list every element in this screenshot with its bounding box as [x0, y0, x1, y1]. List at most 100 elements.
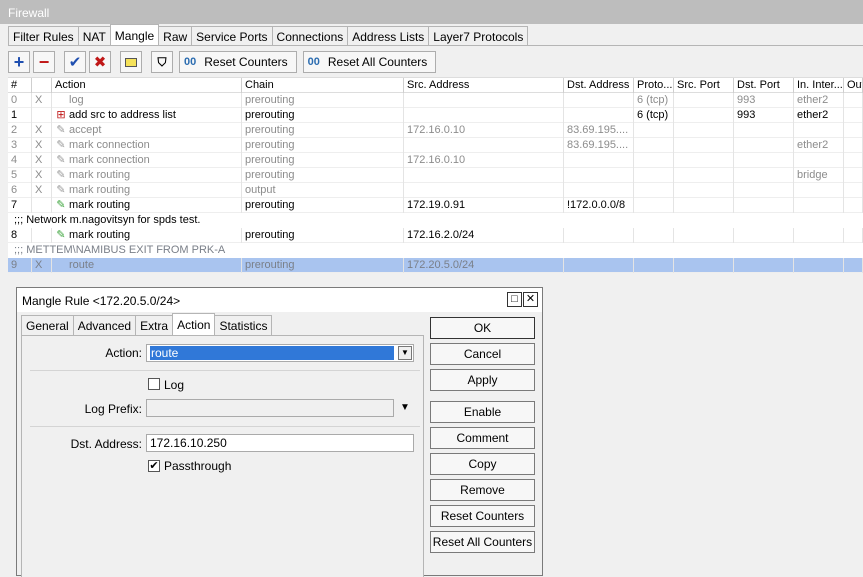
action-select-value: route: [150, 346, 394, 360]
cell-number: 6: [8, 183, 32, 198]
comment-button[interactable]: Comment: [430, 427, 535, 449]
tab-address-lists[interactable]: Address Lists: [347, 26, 430, 46]
cell-dst-port: [734, 228, 794, 243]
col-chain[interactable]: Chain: [242, 78, 404, 93]
col-dst-port[interactable]: Dst. Port: [734, 78, 794, 93]
tab-raw[interactable]: Raw: [158, 26, 193, 46]
mangle-rule-dialog: Mangle Rule <172.20.5.0/24> □ ✕ General …: [16, 287, 543, 577]
remove-button[interactable]: Remove: [430, 479, 535, 501]
cell-protocol: 6 (tcp): [634, 108, 674, 123]
reset-all-counters-button[interactable]: Reset All Counters: [430, 531, 535, 553]
cell-in-interface: [794, 183, 844, 198]
tab-mangle[interactable]: Mangle: [109, 24, 160, 46]
cell-out-interface: [844, 228, 863, 243]
dialog-tab-advanced[interactable]: Advanced: [72, 315, 137, 335]
dst-address-label: Dst. Address:: [70, 437, 142, 451]
col-in-interface[interactable]: In. Inter...: [794, 78, 844, 93]
cell-chain: output: [242, 183, 404, 198]
mark-routing-icon: ✎: [56, 229, 66, 241]
maximize-icon[interactable]: □: [507, 292, 522, 307]
log-prefix-input[interactable]: [146, 399, 394, 417]
divider: [30, 426, 420, 427]
filter-button[interactable]: ⛉: [151, 51, 173, 73]
cell-in-interface: [794, 228, 844, 243]
cell-src-address: [404, 138, 564, 153]
dialog-tab-statistics[interactable]: Statistics: [214, 315, 273, 335]
comment-button[interactable]: [120, 51, 142, 73]
col-protocol[interactable]: Proto...: [634, 78, 674, 93]
comment-row-selected[interactable]: ;;; METTEM\NAMIBUS EXIT FROM PRK-A: [8, 243, 863, 258]
cell-flag: X: [32, 183, 52, 198]
action-select[interactable]: route ▼: [146, 344, 414, 362]
reset-all-counters-button[interactable]: 00 Reset All Counters: [302, 51, 437, 73]
mark-routing-icon: ✎: [56, 199, 66, 211]
pencil-icon: ✎: [56, 124, 66, 136]
table-row[interactable]: 8 ✎ mark routing prerouting 172.16.2.0/24: [8, 228, 863, 243]
remove-button[interactable]: −: [33, 51, 55, 73]
col-src-port[interactable]: Src. Port: [674, 78, 734, 93]
cell-action-text: route: [69, 259, 95, 271]
table-row[interactable]: 1 ⊞ add src to address list prerouting 6 (tc…: [8, 108, 863, 123]
table-row[interactable]: 0 Xlog prerouting 6 (tcp) 993 ether2: [8, 93, 863, 108]
cell-out-interface: [844, 183, 863, 198]
cell-action-text: mark routing: [69, 199, 131, 211]
cell-protocol: [634, 153, 674, 168]
close-icon[interactable]: ✕: [523, 292, 538, 307]
cancel-button[interactable]: Cancel: [430, 343, 535, 365]
cell-action-text: accept: [69, 124, 102, 136]
dst-address-input[interactable]: 172.16.10.250: [146, 434, 414, 452]
dialog-tab-extra[interactable]: Extra: [135, 315, 174, 335]
reset-icon: 00: [184, 56, 197, 68]
cell-flag: X: [32, 123, 52, 138]
dialog-tab-action[interactable]: Action: [172, 313, 216, 335]
col-src-address[interactable]: Src. Address: [404, 78, 564, 93]
tab-connections[interactable]: Connections: [271, 26, 349, 46]
log-prefix-label: Log Prefix:: [84, 402, 142, 416]
dialog-tab-general[interactable]: General: [21, 315, 74, 335]
log-prefix-dropdown-icon[interactable]: ▼: [400, 402, 410, 413]
table-row[interactable]: 3 X ✎ mark connection prerouting 83.69.195...…: [8, 138, 863, 153]
table-row[interactable]: 7 ✎ mark routing prerouting 172.19.0.91 !172.…: [8, 198, 863, 213]
col-number[interactable]: #: [8, 78, 32, 93]
reset-counters-button[interactable]: Reset Counters: [430, 505, 535, 527]
col-out-interface[interactable]: Out: [844, 78, 863, 93]
table-row[interactable]: 4 X ✎ mark connection prerouting 172.16.0.10: [8, 153, 863, 168]
cell-src-port: [674, 93, 734, 108]
table-row-selected[interactable]: 9 X route prerouting 172.20.5.0/24: [8, 258, 863, 273]
tab-service-ports[interactable]: Service Ports: [191, 26, 273, 46]
log-checkbox[interactable]: [148, 378, 160, 390]
cell-dst-port: [734, 138, 794, 153]
copy-button[interactable]: Copy: [430, 453, 535, 475]
passthrough-label: Passthrough: [164, 459, 232, 473]
cell-action: ✎ mark connection: [52, 138, 242, 153]
cell-in-interface: ether2: [794, 93, 844, 108]
comment-row[interactable]: ;;; Network m.nagovitsyn for spds test.: [8, 213, 863, 228]
add-button[interactable]: +: [8, 51, 30, 73]
table-row[interactable]: 2 X ✎ accept prerouting 172.16.0.10 83.69.195.…: [8, 123, 863, 138]
cell-number: 0: [8, 93, 32, 108]
cell-src-port: [674, 138, 734, 153]
table-row[interactable]: 5 X ✎ mark routing prerouting bridge: [8, 168, 863, 183]
tab-filter-rules[interactable]: Filter Rules: [8, 26, 79, 46]
cell-flag: [32, 108, 52, 123]
tab-nat[interactable]: NAT: [77, 26, 111, 46]
enable-button[interactable]: ✔: [64, 51, 86, 73]
col-dst-address[interactable]: Dst. Address: [564, 78, 634, 93]
col-action[interactable]: Action: [52, 78, 242, 93]
table-row[interactable]: 6 X ✎ mark routing output: [8, 183, 863, 198]
chevron-down-icon[interactable]: ▼: [398, 346, 412, 360]
disable-button[interactable]: ✖: [89, 51, 111, 73]
cell-number: 9: [8, 258, 32, 273]
apply-button[interactable]: Apply: [430, 369, 535, 391]
tab-layer7-protocols[interactable]: Layer7 Protocols: [428, 26, 529, 46]
cell-dst-address: [564, 183, 634, 198]
ok-button[interactable]: OK: [430, 317, 535, 339]
cell-number: 7: [8, 198, 32, 213]
cell-protocol: [634, 258, 674, 273]
cell-in-interface: [794, 258, 844, 273]
cell-src-port: [674, 108, 734, 123]
reset-counters-button[interactable]: 00 Reset Counters: [179, 51, 297, 73]
col-flag[interactable]: [32, 78, 52, 93]
passthrough-checkbox[interactable]: ✔: [148, 460, 160, 472]
enable-button[interactable]: Enable: [430, 401, 535, 423]
